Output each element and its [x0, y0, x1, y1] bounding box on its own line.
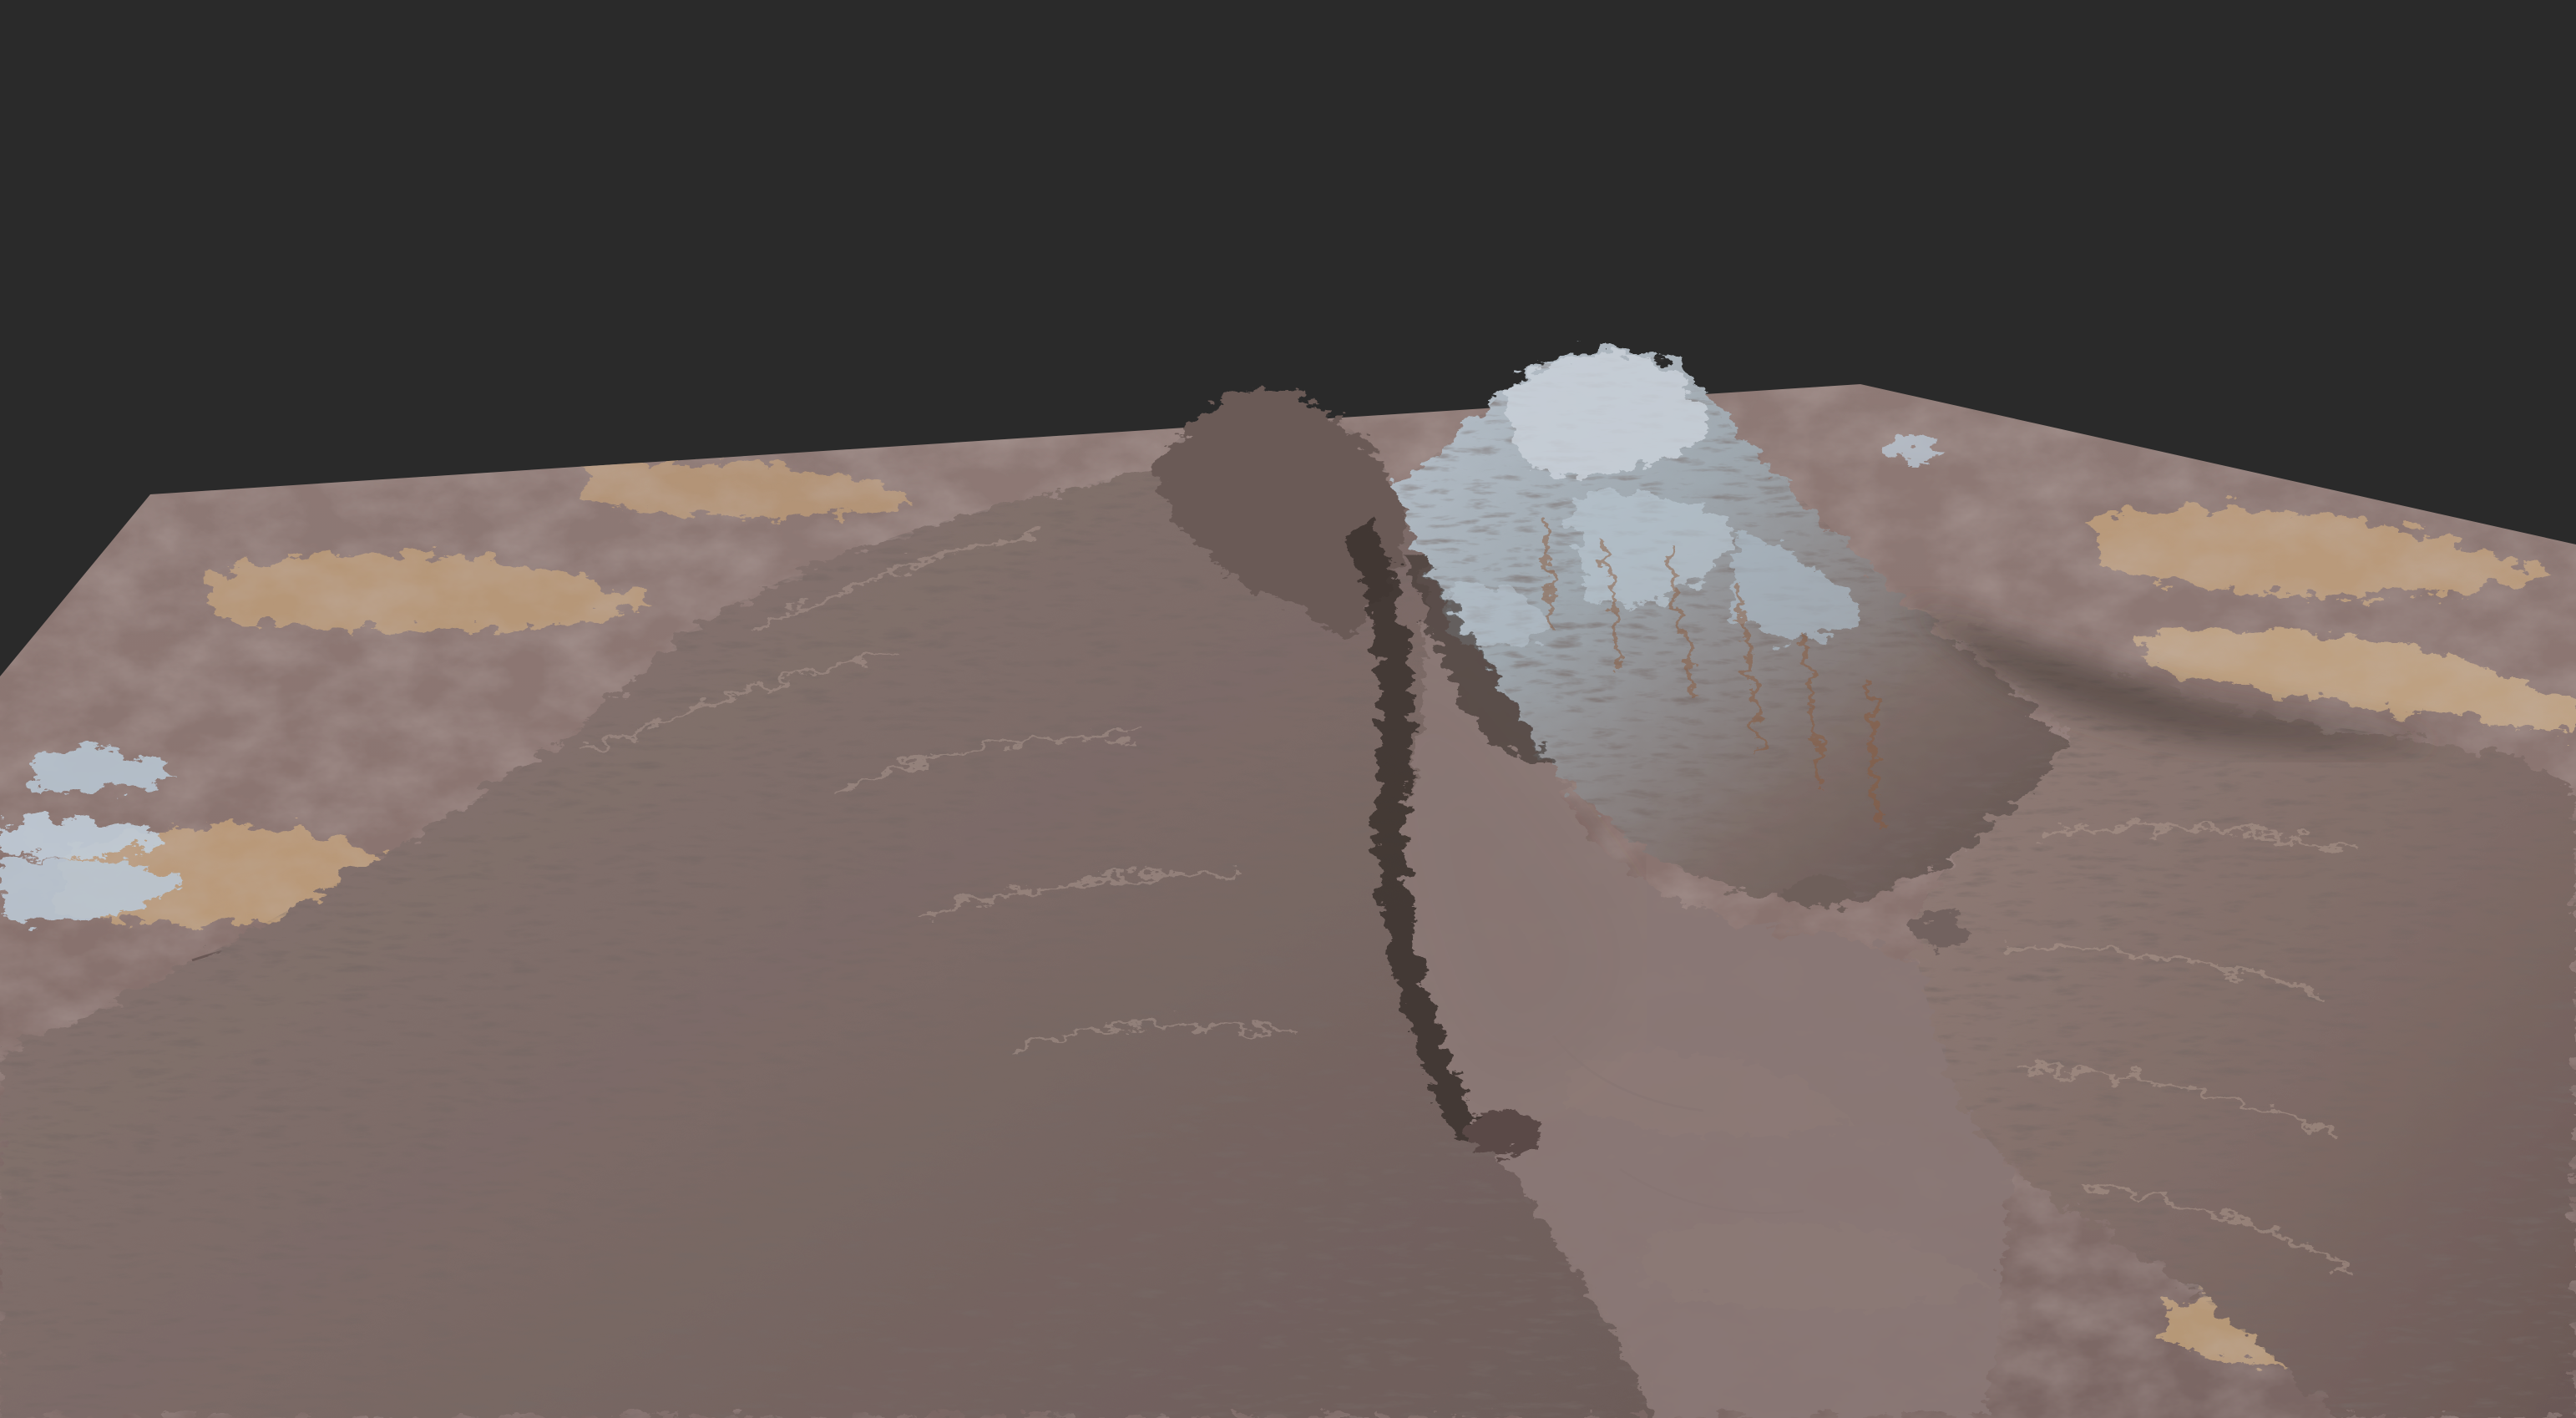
terrain-scene[interactable] — [0, 0, 2576, 1418]
viewport[interactable] — [0, 0, 2576, 1418]
